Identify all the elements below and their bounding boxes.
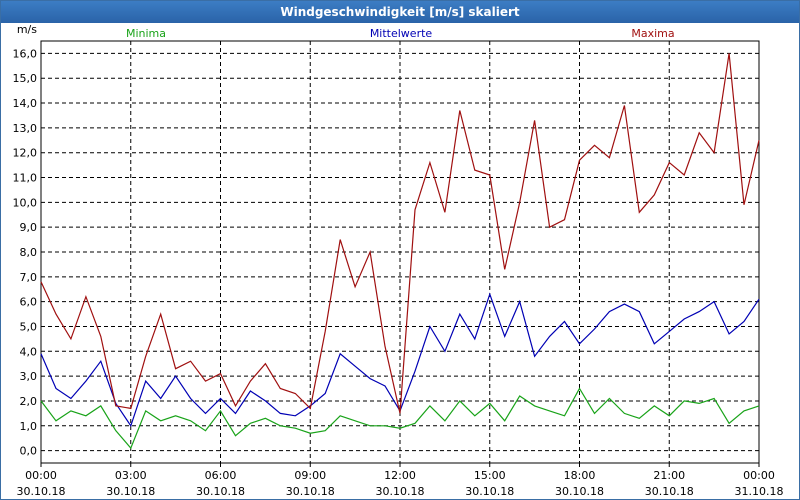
chart-window: Windgeschwindigkeit [m/s] skaliert 0,0 1,… xyxy=(0,0,800,500)
y-tick-label: 6,0 xyxy=(20,296,38,309)
y-tick-label: 14,0 xyxy=(13,97,38,110)
y-tick-label: 11,0 xyxy=(13,172,38,185)
x-tick-time: 15:00 xyxy=(474,469,506,482)
x-tick-time: 21:00 xyxy=(653,469,685,482)
x-tick-date: 30.10.18 xyxy=(196,485,245,498)
x-tick-time: 12:00 xyxy=(384,469,416,482)
line-chart: 0,0 1,0 2,0 3,0 4,0 5,0 6,0 7,0 8,0 9,0 10,0 11,0 12… xyxy=(13,23,784,498)
x-tick-date: 30.10.18 xyxy=(106,485,155,498)
y-tick-label: 8,0 xyxy=(20,246,38,259)
y-tick-label: 9,0 xyxy=(20,221,38,234)
legend-maxima: Maxima xyxy=(631,27,674,40)
y-tick-label: 7,0 xyxy=(20,271,38,284)
x-tick-date: 30.10.18 xyxy=(465,485,514,498)
y-tick-label: 16,0 xyxy=(13,47,38,60)
series-line-minima xyxy=(40,387,760,450)
y-tick-label: 4,0 xyxy=(20,345,38,358)
y-tick-label: 10,0 xyxy=(13,196,38,209)
y-tick-label: 15,0 xyxy=(13,72,38,85)
y-tick-label: 13,0 xyxy=(13,122,38,135)
y-tick-label: 5,0 xyxy=(20,320,38,333)
y-tick-label: 3,0 xyxy=(20,370,38,383)
x-tick-time: 03:00 xyxy=(115,469,147,482)
y-tick-label: 0,0 xyxy=(20,445,38,458)
x-tick-date: 30.10.18 xyxy=(376,485,425,498)
x-tick-time: 00:00 xyxy=(25,469,57,482)
x-tick-date: 30.10.18 xyxy=(645,485,694,498)
y-tick-label: 1,0 xyxy=(20,420,38,433)
y-tick-label: 2,0 xyxy=(20,395,38,408)
x-tick-date: 30.10.18 xyxy=(17,485,66,498)
x-tick-date: 30.10.18 xyxy=(555,485,604,498)
legend-mittelwerte: Mittelwerte xyxy=(370,27,433,40)
y-tick-label: 12,0 xyxy=(13,147,38,160)
x-tick-time: 18:00 xyxy=(564,469,596,482)
x-tick-time: 06:00 xyxy=(205,469,237,482)
x-tick-date: 31.10.18 xyxy=(735,485,784,498)
x-tick-time: 00:00 xyxy=(743,469,775,482)
x-tick-time: 09:00 xyxy=(294,469,326,482)
legend-minima: Minima xyxy=(126,27,166,40)
y-axis-label: m/s xyxy=(17,23,37,36)
x-tick-date: 30.10.18 xyxy=(286,485,335,498)
